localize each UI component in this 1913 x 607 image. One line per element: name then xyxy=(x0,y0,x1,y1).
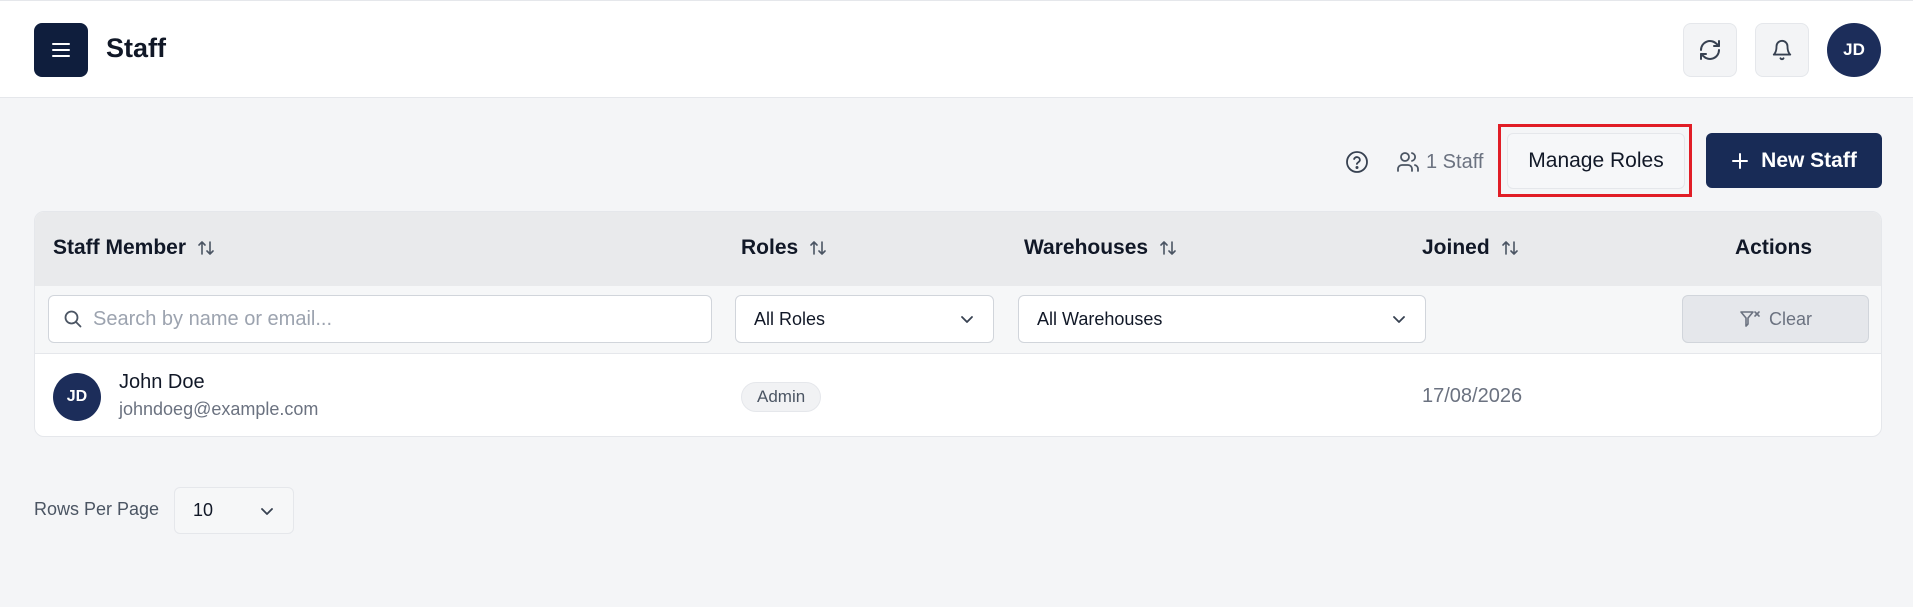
column-header-roles[interactable]: Roles xyxy=(741,236,828,260)
user-avatar[interactable]: JD xyxy=(1827,23,1881,77)
refresh-icon xyxy=(1700,40,1720,60)
roles-filter-select[interactable]: All Roles xyxy=(735,295,994,343)
joined-date: 17/08/2026 xyxy=(1422,385,1523,407)
table-header: Staff Member Roles Warehouses Joined Act… xyxy=(35,212,1881,286)
menu-button[interactable] xyxy=(34,23,88,77)
highlight-box xyxy=(1498,124,1692,197)
role-badge: Admin xyxy=(741,382,822,412)
search-icon xyxy=(64,310,82,328)
menu-icon xyxy=(52,43,70,57)
rows-per-page-select[interactable]: 10 xyxy=(174,487,294,534)
bell-icon xyxy=(1772,40,1792,61)
top-bar: Staff JD xyxy=(0,0,1913,98)
rows-per-page-label: Rows Per Page xyxy=(34,499,160,519)
search-input[interactable] xyxy=(93,307,693,331)
help-icon xyxy=(1346,151,1368,173)
column-label: Joined xyxy=(1422,236,1490,259)
clear-filters-button[interactable]: Clear xyxy=(1682,295,1869,343)
page-title: Staff xyxy=(106,33,166,63)
chevron-down-icon xyxy=(961,316,973,323)
column-label: Staff Member xyxy=(53,236,187,259)
roles-filter-value: All Roles xyxy=(754,308,826,329)
column-header-actions: Actions xyxy=(1735,236,1812,260)
column-header-joined[interactable]: Joined xyxy=(1422,236,1520,260)
sort-icon xyxy=(1501,241,1518,255)
column-label: Warehouses xyxy=(1024,236,1149,259)
help-button[interactable] xyxy=(1344,149,1370,175)
staff-count: 1 Staff xyxy=(1396,148,1483,176)
staff-email: johndoeg@example.com xyxy=(119,399,319,419)
search-field[interactable] xyxy=(48,295,712,343)
staff-name: John Doe xyxy=(119,371,205,393)
column-label: Actions xyxy=(1735,236,1813,259)
sort-icon xyxy=(810,241,826,255)
staff-count-label: 1 Staff xyxy=(1426,150,1484,173)
warehouses-filter-select[interactable]: All Warehouses xyxy=(1018,295,1426,343)
column-header-warehouses[interactable]: Warehouses xyxy=(1024,236,1178,260)
sort-icon xyxy=(1160,241,1176,255)
notifications-button[interactable] xyxy=(1755,23,1809,77)
warehouses-filter-value: All Warehouses xyxy=(1037,308,1163,329)
rows-per-page-value: 10 xyxy=(193,500,214,520)
chevron-down-icon xyxy=(261,507,273,515)
new-staff-button[interactable]: New Staff xyxy=(1706,133,1882,188)
column-header-staff-member[interactable]: Staff Member xyxy=(53,236,216,260)
users-icon xyxy=(1397,152,1419,172)
staff-table: Staff Member Roles Warehouses Joined Act… xyxy=(34,211,1882,437)
clear-label: Clear xyxy=(1768,308,1812,329)
filter-row: All Roles All Warehouses Clear xyxy=(35,286,1881,354)
filter-clear-icon xyxy=(1740,311,1760,327)
avatar: JD xyxy=(53,373,101,421)
plus-icon xyxy=(1732,152,1749,169)
table-row[interactable]: JD John Doe johndoeg@example.com Admin 1… xyxy=(35,355,1881,436)
chevron-down-icon xyxy=(1393,316,1405,323)
sort-icon xyxy=(198,241,214,255)
new-staff-label: New Staff xyxy=(1761,148,1857,172)
column-label: Roles xyxy=(741,236,799,259)
refresh-button[interactable] xyxy=(1683,23,1737,77)
